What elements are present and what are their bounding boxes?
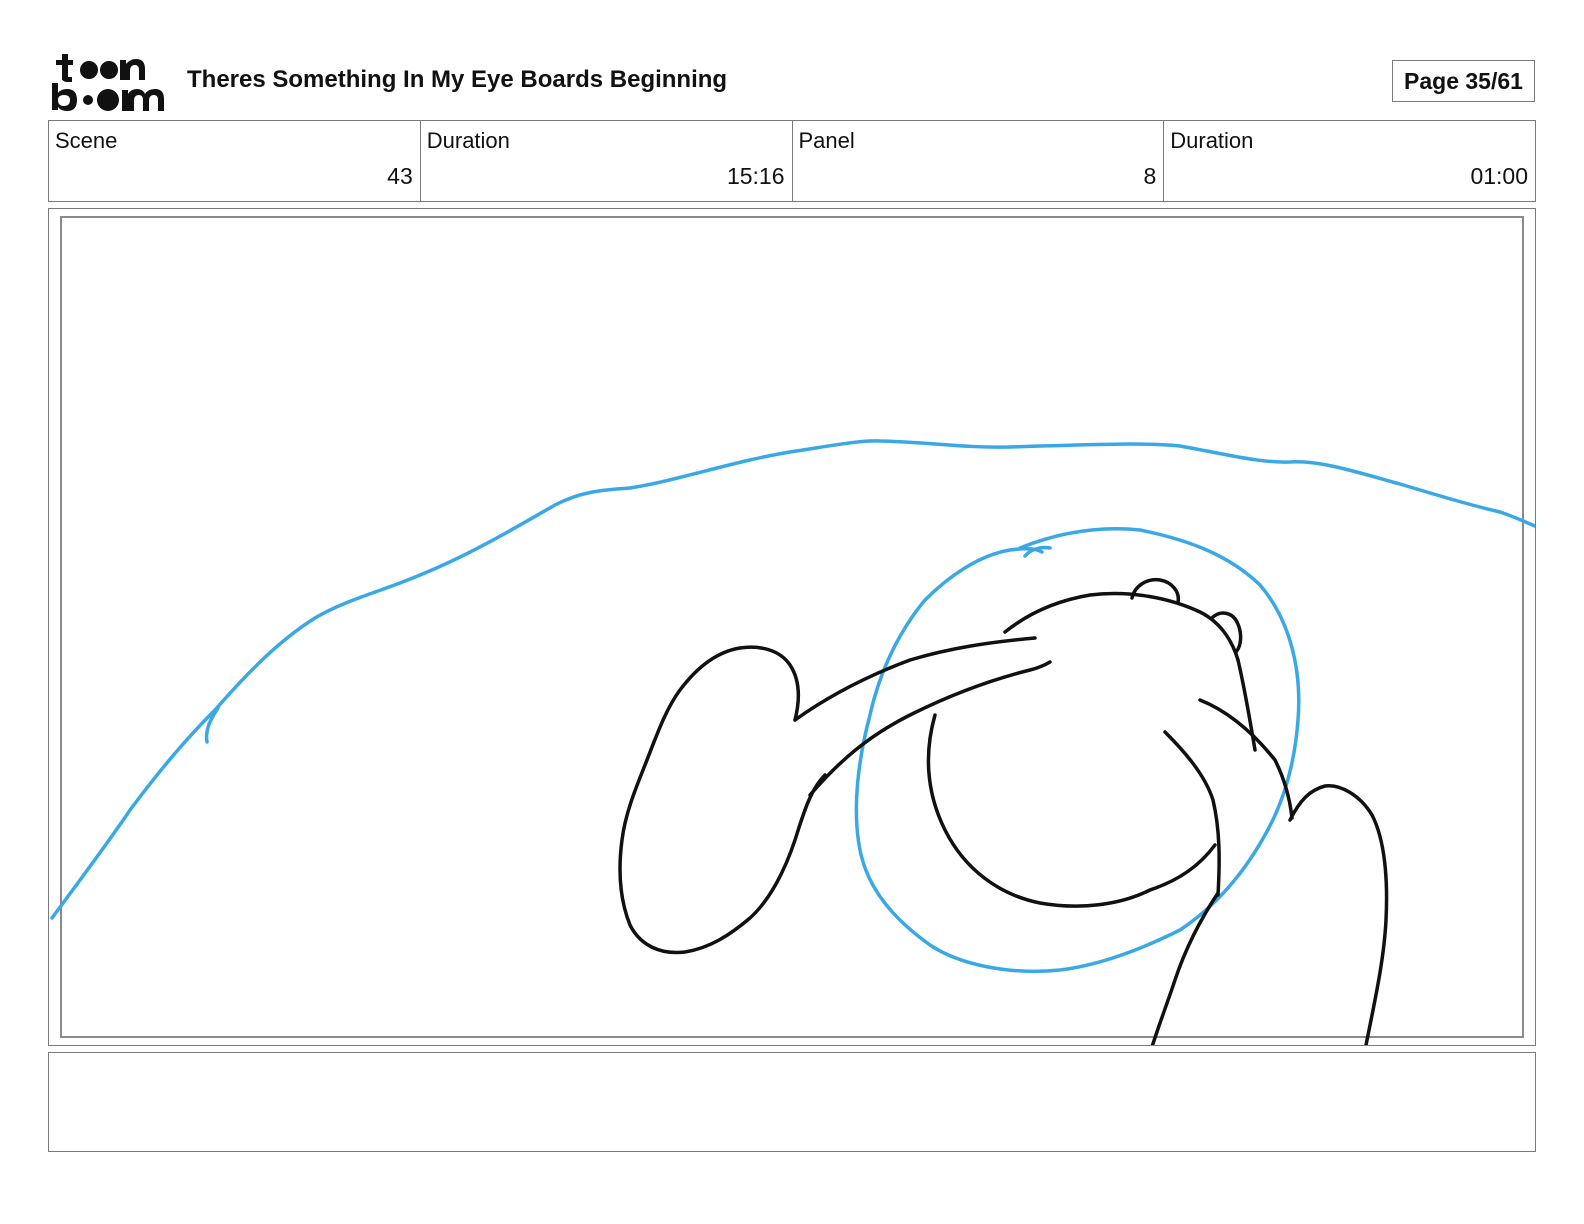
head-round: [926, 713, 1217, 908]
left-hand: [618, 645, 827, 955]
head-top: [1003, 591, 1240, 662]
panel-notes-box: [48, 1052, 1536, 1152]
inner-line: [1163, 730, 1221, 897]
right-arm-down: [1150, 891, 1220, 1045]
storyboard-sketch: [50, 439, 1535, 1045]
right-hand: [1288, 784, 1389, 1045]
